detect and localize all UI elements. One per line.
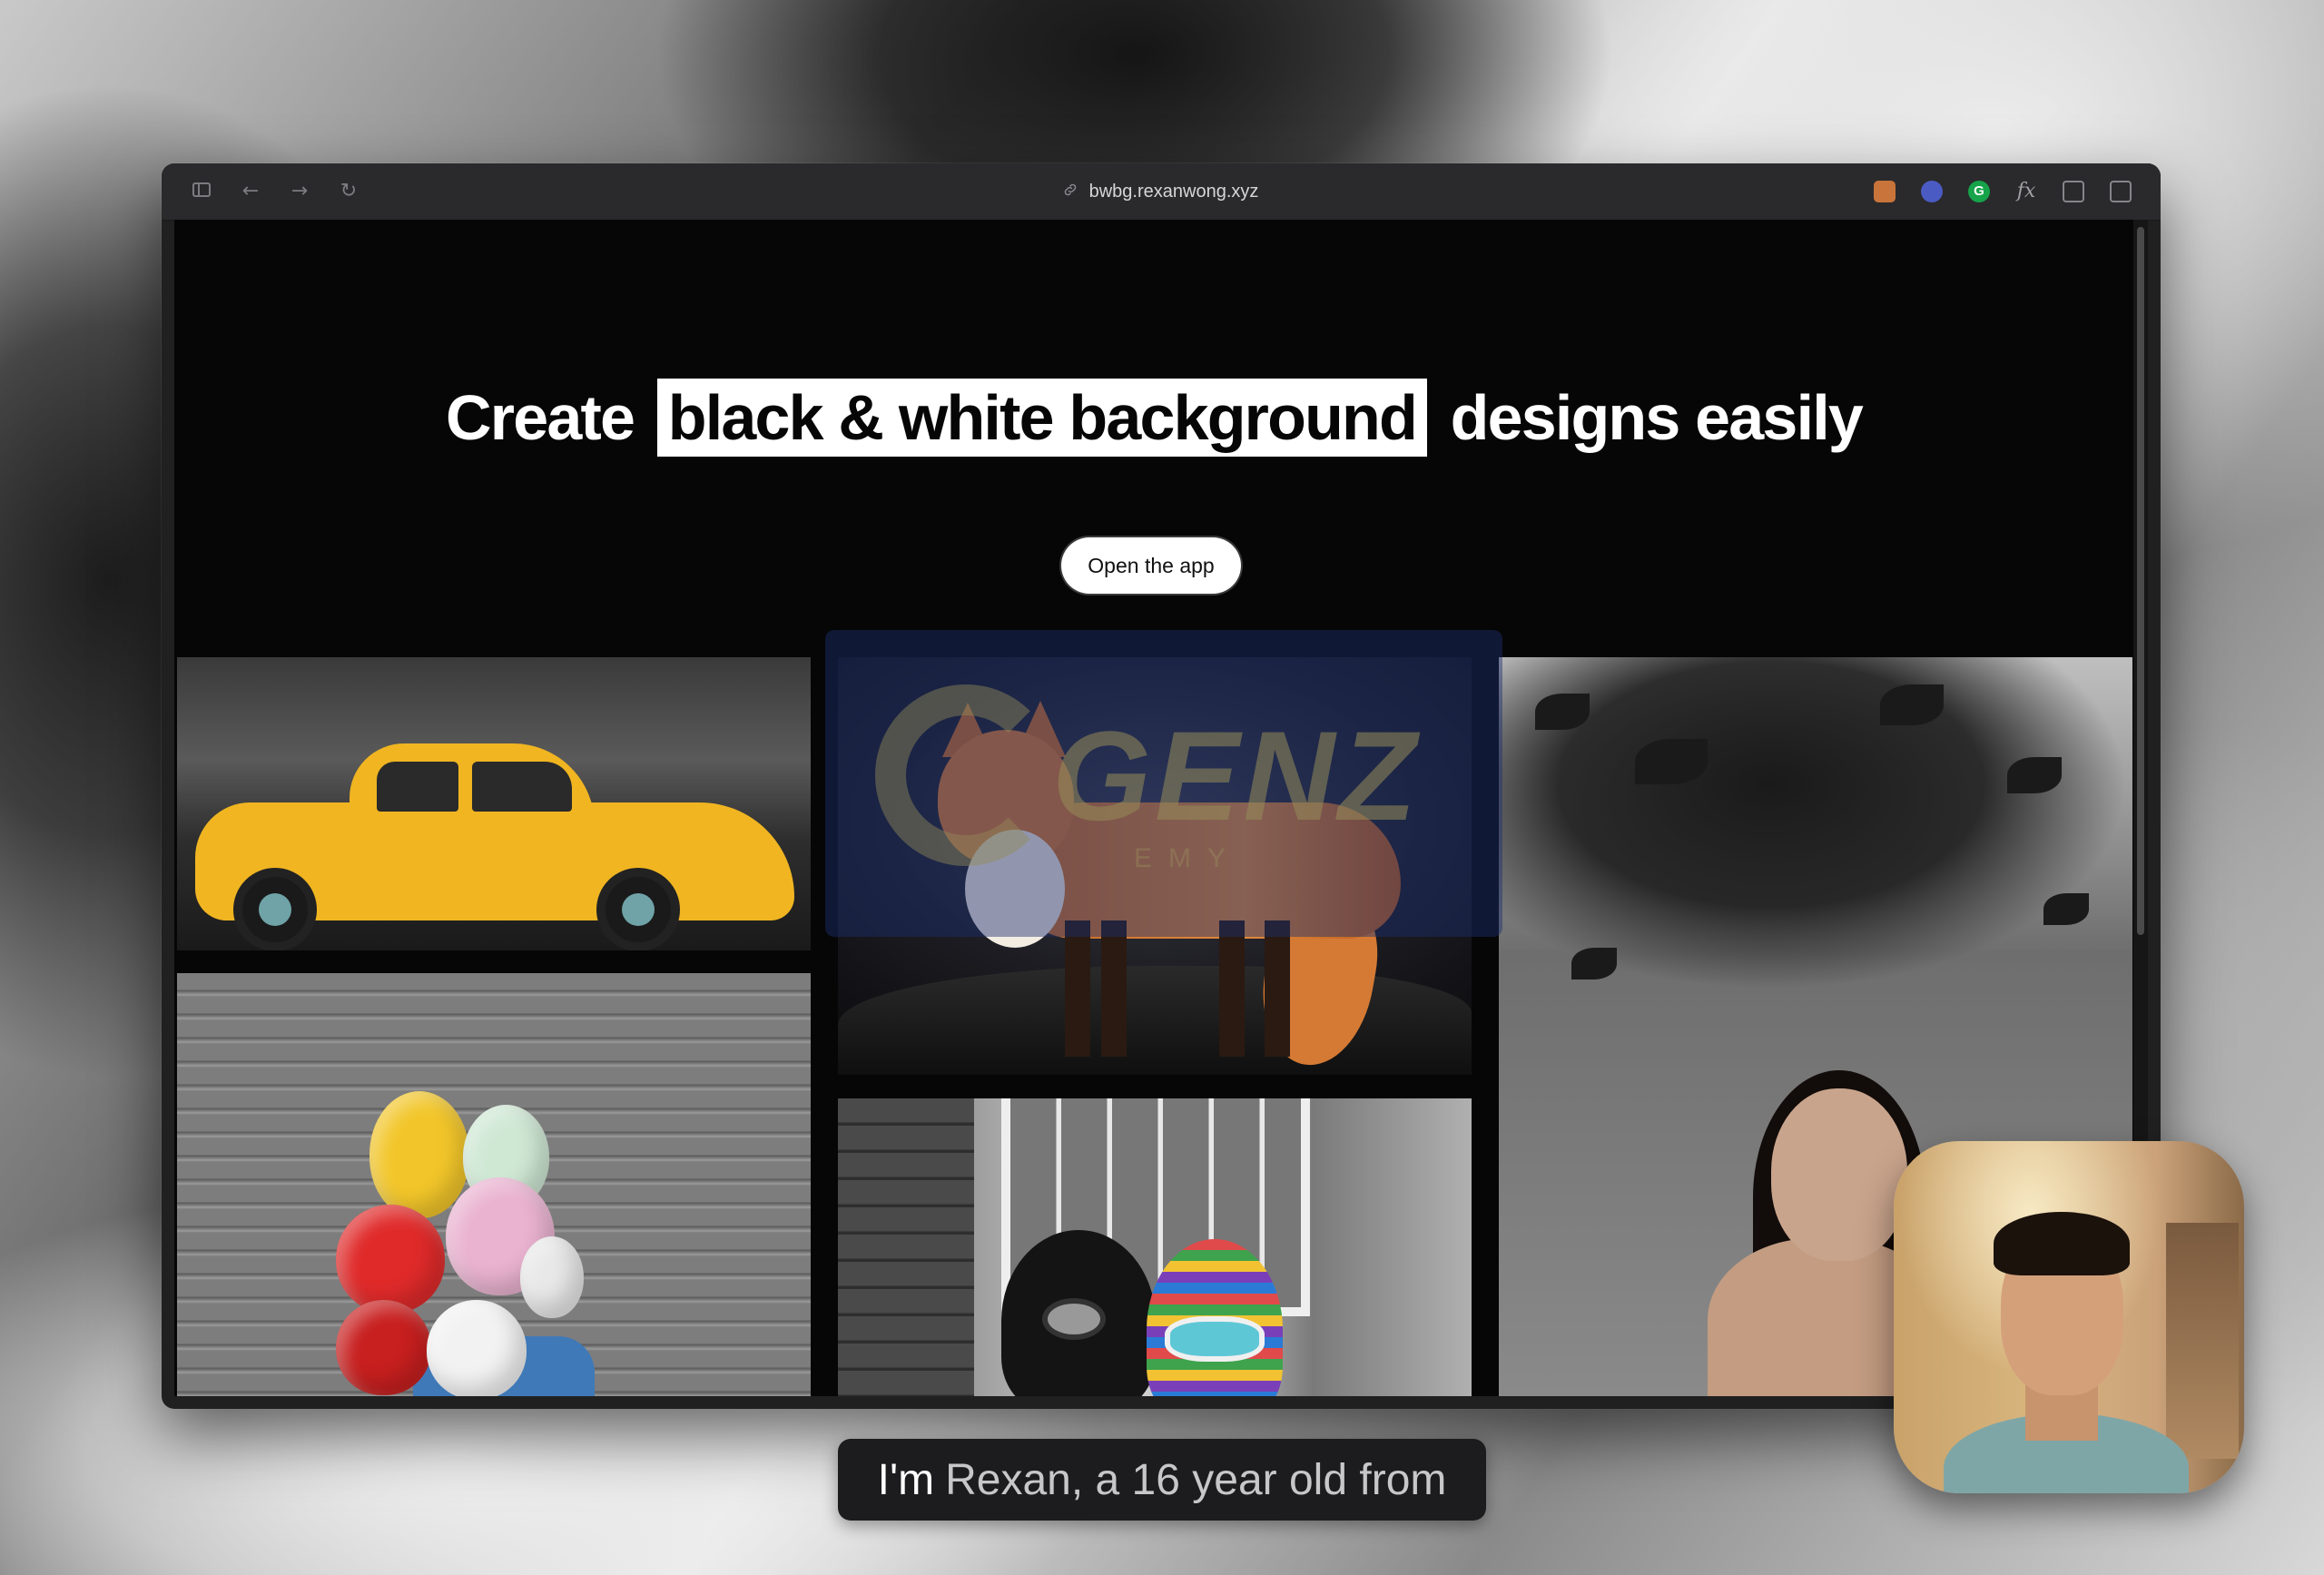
scrollbar-thumb[interactable] bbox=[2137, 227, 2144, 935]
balloons-photo[interactable] bbox=[177, 973, 811, 1396]
title-start: Create bbox=[446, 382, 635, 453]
caption-upcoming: Rexan, a 16 year old from bbox=[945, 1455, 1447, 1504]
leaf bbox=[1880, 684, 1944, 725]
browser-window: ← → ↻ bwbg.rexanwong.xyz G fx Create bla… bbox=[162, 163, 2161, 1409]
fox-extension-icon[interactable] bbox=[1874, 181, 1896, 202]
leaf bbox=[2043, 893, 2089, 925]
ski-masks-photo[interactable] bbox=[838, 1098, 1472, 1396]
balloon bbox=[520, 1236, 584, 1318]
balloon bbox=[336, 1300, 431, 1395]
fox-leg bbox=[1219, 920, 1245, 1057]
open-app-button[interactable]: Open the app bbox=[1061, 537, 1241, 594]
function-icon[interactable]: fx bbox=[2015, 181, 2037, 202]
webcam-overlay bbox=[1894, 1141, 2244, 1493]
fox-leg bbox=[1101, 920, 1127, 1057]
rock bbox=[838, 966, 1472, 1075]
yellow-car-photo[interactable] bbox=[177, 657, 811, 950]
leaf bbox=[1535, 694, 1590, 730]
browser-toolbar: ← → ↻ bwbg.rexanwong.xyz G fx bbox=[162, 163, 2161, 221]
split-view-icon[interactable] bbox=[2110, 181, 2132, 202]
link-icon bbox=[1062, 182, 1078, 202]
back-arrow-icon[interactable]: ← bbox=[238, 179, 263, 204]
fox-chest bbox=[965, 830, 1065, 948]
balloon bbox=[336, 1205, 445, 1314]
goggles bbox=[1042, 1298, 1106, 1340]
sidebar-icon[interactable] bbox=[189, 179, 214, 204]
leaf bbox=[1571, 948, 1617, 979]
brick-wall bbox=[838, 1098, 974, 1396]
hero-title: Create black & white background designs … bbox=[174, 379, 2133, 457]
car-wheel bbox=[233, 868, 317, 950]
woman-face bbox=[1771, 1088, 1907, 1261]
grammarly-icon[interactable]: G bbox=[1968, 181, 1990, 202]
car-window bbox=[472, 762, 572, 812]
background-shelf bbox=[2166, 1223, 2239, 1459]
page-viewport: Create black & white background designs … bbox=[174, 220, 2133, 1396]
balloon bbox=[427, 1300, 527, 1396]
caption-spoken: I'm bbox=[877, 1455, 935, 1504]
leaf bbox=[2007, 757, 2062, 793]
reader-icon[interactable] bbox=[2063, 181, 2084, 202]
subtitle-caption: I'm Rexan, a 16 year old from bbox=[838, 1439, 1486, 1521]
leaf bbox=[1635, 739, 1708, 784]
car-wheel bbox=[596, 868, 680, 950]
fox-photo[interactable] bbox=[838, 657, 1472, 1075]
title-end: designs easily bbox=[1450, 382, 1864, 453]
fox-leg bbox=[1265, 920, 1290, 1057]
reload-icon[interactable]: ↻ bbox=[336, 179, 361, 204]
url-text: bwbg.rexanwong.xyz bbox=[1088, 181, 1259, 202]
forward-arrow-icon[interactable]: → bbox=[287, 179, 312, 204]
presenter-hair bbox=[1994, 1212, 2130, 1275]
title-highlight: black & white background bbox=[656, 379, 1427, 457]
blue-extension-icon[interactable] bbox=[1921, 181, 1943, 202]
fox-leg bbox=[1065, 920, 1090, 1057]
address-bar[interactable]: bwbg.rexanwong.xyz bbox=[1015, 178, 1305, 205]
balloon bbox=[369, 1091, 469, 1218]
car-window bbox=[377, 762, 458, 812]
goggles bbox=[1165, 1316, 1265, 1362]
